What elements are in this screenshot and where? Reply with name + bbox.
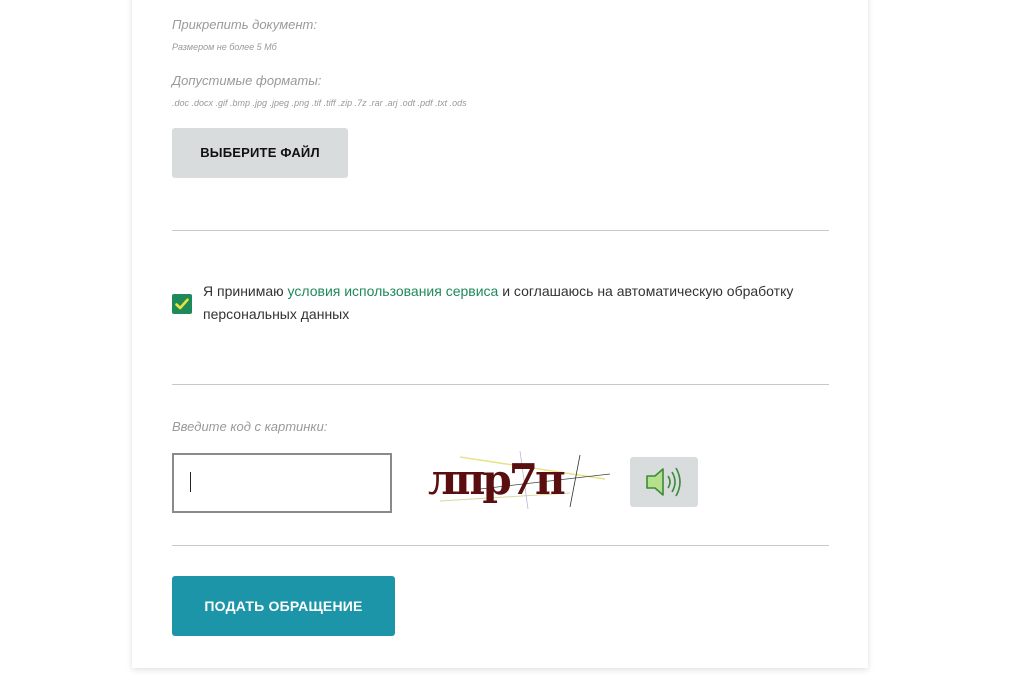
consent-checkbox[interactable] — [172, 294, 192, 314]
captcha-label: Введите код с картинки: — [172, 419, 328, 434]
consent-text: Я принимаю условия использования сервиса… — [203, 280, 803, 326]
terms-link[interactable]: условия использования сервиса — [288, 283, 499, 299]
captcha-input[interactable] — [172, 453, 392, 513]
divider — [172, 545, 829, 546]
attachment-size-note: Размером не более 5 Мб — [172, 42, 277, 52]
checkmark-icon — [175, 298, 189, 310]
divider — [172, 384, 829, 385]
form-card: Прикрепить документ: Размером не более 5… — [132, 0, 868, 668]
captcha-audio-button[interactable] — [630, 457, 698, 507]
consent-text-before: Я принимаю — [203, 283, 288, 299]
choose-file-button[interactable]: ВЫБЕРИТЕ ФАЙЛ — [172, 128, 348, 178]
submit-button[interactable]: ПОДАТЬ ОБРАЩЕНИЕ — [172, 576, 395, 636]
formats-title: Допустимые форматы: — [172, 73, 322, 88]
captcha-image: лпр7п — [420, 449, 620, 513]
formats-list: .doc .docx .gif .bmp .jpg .jpeg .png .ti… — [172, 98, 467, 108]
divider — [172, 230, 829, 231]
captcha-text: лпр7п — [428, 455, 566, 504]
attachment-title: Прикрепить документ: — [172, 17, 317, 32]
text-caret — [190, 472, 191, 492]
speaker-icon — [646, 467, 681, 497]
